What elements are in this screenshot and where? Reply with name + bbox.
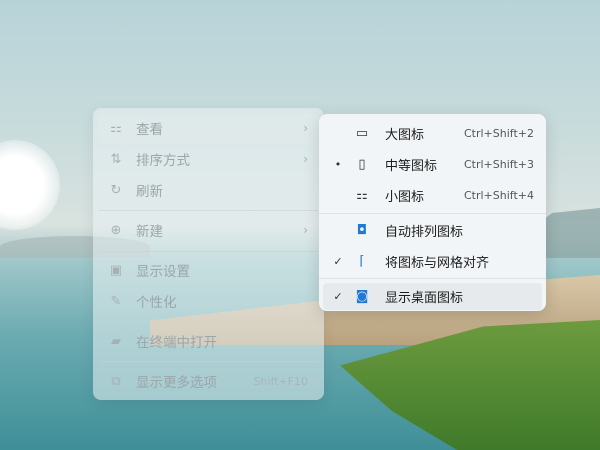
medium-icon: ▯ [358,157,366,172]
submenu-item-small-icons[interactable]: ⚏ 小图标 Ctrl+Shift+4 [323,182,542,209]
submenu-item-medium-icons[interactable]: • ▯ 中等图标 Ctrl+Shift+3 [323,151,542,178]
view-submenu: ▭ 大图标 Ctrl+Shift+2 • ▯ 中等图标 Ctrl+Shift+3 ⚏ 小图标… [319,114,546,311]
separator [99,251,318,252]
submenu-item-large-icons[interactable]: ▭ 大图标 Ctrl+Shift+2 [323,120,542,147]
brush-icon: ✎ [110,293,122,309]
submenu-item-align-grid[interactable]: ✓ ⌈ 将图标与网格对齐 [323,248,542,275]
bullet-icon: • [334,158,342,171]
open-external-icon: ⧉ [111,373,121,389]
menu-item-view[interactable]: ⚏ 查看 › [99,114,318,142]
sort-icon: ⇅ [110,151,122,167]
separator [99,361,318,362]
desktop-context-menu: ⚏ 查看 › ⇅ 排序方式 › ↻ 刷新 ⊕ 新建 › ▣ 显示设置 ✎ 个性化 ▰ 在终端中打开 … [93,108,324,400]
separator [319,278,546,279]
separator [99,210,318,211]
auto-arrange-icon: ◘ [356,223,368,238]
show-desktop-icon: ◙ [355,289,369,304]
align-grid-icon: ⌈ [359,254,365,269]
large-icon: ▭ [355,126,369,141]
menu-item-display-settings[interactable]: ▣ 显示设置 [99,256,318,284]
terminal-icon: ▰ [111,333,121,349]
check-icon: ✓ [333,290,343,303]
check-icon: ✓ [333,255,343,268]
menu-item-personalize[interactable]: ✎ 个性化 [99,287,318,315]
separator [319,213,546,214]
menu-item-open-terminal[interactable]: ▰ 在终端中打开 [99,327,318,355]
menu-item-more-options[interactable]: ⧉ 显示更多选项 Shift+F10 [99,367,318,395]
separator [99,321,318,322]
chevron-right-icon: › [303,223,308,237]
chevron-right-icon: › [303,152,308,166]
plus-circle-icon: ⊕ [110,222,122,238]
menu-item-sort[interactable]: ⇅ 排序方式 › [99,145,318,173]
menu-item-new[interactable]: ⊕ 新建 › [99,216,318,244]
menu-item-refresh[interactable]: ↻ 刷新 [99,176,318,204]
submenu-item-show-desktop-icons[interactable]: ✓ ◙ 显示桌面图标 [323,283,542,310]
refresh-icon: ↻ [110,182,122,198]
display-settings-icon: ▣ [109,262,123,278]
small-icon: ⚏ [356,188,368,203]
grid-icon: ⚏ [110,120,122,136]
chevron-right-icon: › [303,121,308,135]
submenu-item-auto-arrange[interactable]: ◘ 自动排列图标 [323,217,542,244]
